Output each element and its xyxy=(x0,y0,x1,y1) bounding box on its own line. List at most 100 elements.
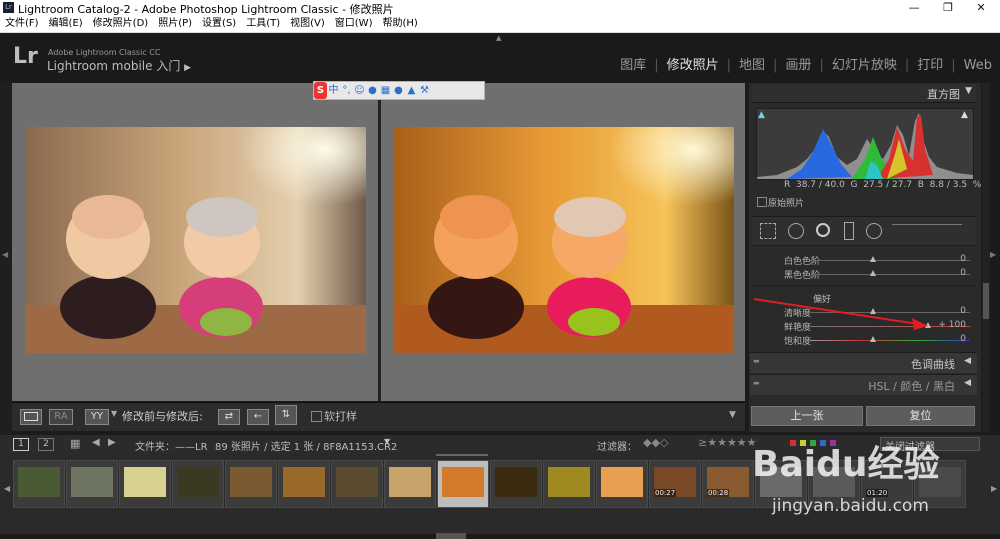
histogram-graph[interactable] xyxy=(756,108,974,180)
scrollbar-thumb[interactable] xyxy=(983,283,989,319)
vibrance-value[interactable]: + 100 xyxy=(938,320,966,330)
grid-icon[interactable]: ▦ xyxy=(70,437,80,450)
ime-lang-icon[interactable]: 中 xyxy=(327,82,340,99)
minimize-button[interactable]: — xyxy=(898,0,930,16)
collapse-top-icon[interactable]: ▲ xyxy=(496,34,501,42)
blacks-knob[interactable] xyxy=(870,270,876,276)
reset-button[interactable]: 复位 xyxy=(866,406,975,426)
mic-icon[interactable]: ● xyxy=(366,82,379,99)
shadow-clipping-icon[interactable]: ▲ xyxy=(758,110,765,120)
emoji-icon[interactable]: ☺ xyxy=(353,82,366,99)
filmstrip-thumbnail[interactable] xyxy=(172,460,224,508)
swap-button[interactable]: ⇅ xyxy=(275,405,297,425)
saturation-value[interactable]: 0 xyxy=(960,334,966,344)
filmstrip-thumbnail[interactable] xyxy=(119,460,171,508)
filmstrip-thumbnail[interactable] xyxy=(384,460,436,508)
right-panel-scrollbar[interactable] xyxy=(982,83,990,432)
module-print[interactable]: 打印 xyxy=(917,58,943,73)
before-photo[interactable] xyxy=(26,127,366,353)
filmstrip-thumbnail[interactable]: 00:28 xyxy=(702,460,754,508)
histogram-header[interactable]: 直方图 ▼ xyxy=(752,84,976,103)
graduated-filter-icon[interactable] xyxy=(844,222,854,240)
filmstrip-thumbnail[interactable] xyxy=(437,460,489,508)
toolbar-menu-icon[interactable]: ▼ xyxy=(729,410,736,420)
panel-switch-icon[interactable]: ▬ xyxy=(753,357,760,365)
highlight-clipping-icon[interactable]: ▲ xyxy=(961,110,968,120)
radial-filter-icon[interactable] xyxy=(866,223,882,239)
menu-help[interactable]: 帮助(H) xyxy=(382,18,417,29)
module-develop[interactable]: 修改照片 xyxy=(667,58,719,73)
folder-source[interactable]: 文件夹：——LR xyxy=(135,438,208,453)
hsl-panel-header[interactable]: ▬ HSL / 颜色 / 黑白 ◀ xyxy=(750,374,977,395)
module-web[interactable]: Web xyxy=(964,58,992,73)
spot-removal-icon[interactable] xyxy=(788,223,804,239)
tone-curve-panel-header[interactable]: ▬ 色调曲线 ◀ xyxy=(750,352,977,373)
module-map[interactable]: 地图 xyxy=(739,58,765,73)
menu-photo[interactable]: 照片(P) xyxy=(158,18,192,29)
filmstrip-thumbnail[interactable] xyxy=(331,460,383,508)
forward-arrow-icon[interactable]: ▶ xyxy=(108,437,116,448)
module-library[interactable]: 图库 xyxy=(620,58,646,73)
filmstrip-thumbnail[interactable] xyxy=(278,460,330,508)
adjustment-brush-icon[interactable] xyxy=(892,224,962,237)
menu-window[interactable]: 窗口(W) xyxy=(335,18,373,29)
menu-file[interactable]: 文件(F) xyxy=(5,18,39,29)
menu-view[interactable]: 视图(V) xyxy=(290,18,325,29)
module-book[interactable]: 画册 xyxy=(785,58,811,73)
original-photo-checkbox[interactable] xyxy=(757,197,767,207)
copy-after-to-before-button[interactable]: ← xyxy=(247,409,269,425)
collapse-right-icon[interactable]: ▶ xyxy=(990,250,996,259)
close-button[interactable]: ✕ xyxy=(965,0,997,16)
mobile-link[interactable]: Lightroom mobile 入门 ▶ xyxy=(47,57,191,74)
loupe-view-button[interactable] xyxy=(20,409,42,425)
main-window-button[interactable]: 1 xyxy=(13,438,29,451)
filmstrip-thumbnail[interactable] xyxy=(543,460,595,508)
saturation-slider[interactable]: 饱和度 0 xyxy=(757,334,972,347)
source-dropdown-icon[interactable]: ▼ xyxy=(384,437,390,446)
maximize-button[interactable]: ❐ xyxy=(932,0,964,16)
menu-develop[interactable]: 修改照片(D) xyxy=(93,18,149,29)
module-slideshow[interactable]: 幻灯片放映 xyxy=(832,58,897,73)
skin-icon[interactable]: ▲ xyxy=(405,82,418,99)
keyboard-icon[interactable]: ▦ xyxy=(379,82,392,99)
filmstrip-left-arrow-icon[interactable]: ◀ xyxy=(4,484,10,493)
yy-view-button[interactable]: YY xyxy=(85,409,109,425)
tab-color[interactable]: 颜色 xyxy=(900,380,922,393)
saturation-knob[interactable] xyxy=(870,336,876,342)
panel-toggle-icon[interactable]: ▼ xyxy=(965,86,972,96)
expand-left-icon[interactable]: ◀ xyxy=(2,250,8,259)
copy-before-to-after-button[interactable]: ⇄ xyxy=(218,409,240,425)
whites-value[interactable]: 0 xyxy=(960,254,966,264)
sogou-logo-icon[interactable]: S xyxy=(314,82,327,99)
ra-view-button[interactable]: RA xyxy=(49,409,73,425)
menu-tools[interactable]: 工具(T) xyxy=(246,18,280,29)
star-filter-icons[interactable]: ≥★★★★★ xyxy=(698,436,757,449)
filmstrip-thumbnail[interactable] xyxy=(225,460,277,508)
panel-switch-icon[interactable]: ▬ xyxy=(753,379,760,387)
back-arrow-icon[interactable]: ◀ xyxy=(92,437,100,448)
flag-filter-icons[interactable]: ◆◆◇ xyxy=(643,436,668,449)
ime-toolbar[interactable]: S 中 °, ☺ ● ▦ ● ▲ ⚒ xyxy=(313,81,485,100)
blacks-slider[interactable]: 黑色色阶 0 xyxy=(757,268,972,281)
menu-settings[interactable]: 设置(S) xyxy=(202,18,236,29)
filmstrip-thumbnail[interactable] xyxy=(13,460,65,508)
secondary-window-button[interactable]: 2 xyxy=(38,438,54,451)
red-eye-icon[interactable] xyxy=(816,223,830,237)
menu-edit[interactable]: 编辑(E) xyxy=(49,18,83,29)
tab-hsl[interactable]: HSL xyxy=(868,380,889,393)
after-photo[interactable] xyxy=(394,127,734,353)
expand-icon[interactable]: ◀ xyxy=(964,356,971,366)
filmstrip-scrollbar-thumb[interactable] xyxy=(436,533,466,539)
crop-tool-icon[interactable] xyxy=(760,223,776,239)
whites-knob[interactable] xyxy=(870,256,876,262)
expand-icon[interactable]: ◀ xyxy=(964,378,971,388)
wrench-icon[interactable]: ⚒ xyxy=(418,82,431,99)
filmstrip-thumbnail[interactable] xyxy=(596,460,648,508)
view-dropdown-icon[interactable]: ▼ xyxy=(111,409,117,418)
tab-bw[interactable]: 黑白 xyxy=(933,380,955,393)
previous-button[interactable]: 上一张 xyxy=(751,406,863,426)
filmstrip-right-arrow-icon[interactable]: ▶ xyxy=(991,484,997,493)
filmstrip-thumbnail[interactable] xyxy=(66,460,118,508)
punctuation-icon[interactable]: °, xyxy=(340,82,353,99)
clarity-value[interactable]: 0 xyxy=(960,306,966,316)
